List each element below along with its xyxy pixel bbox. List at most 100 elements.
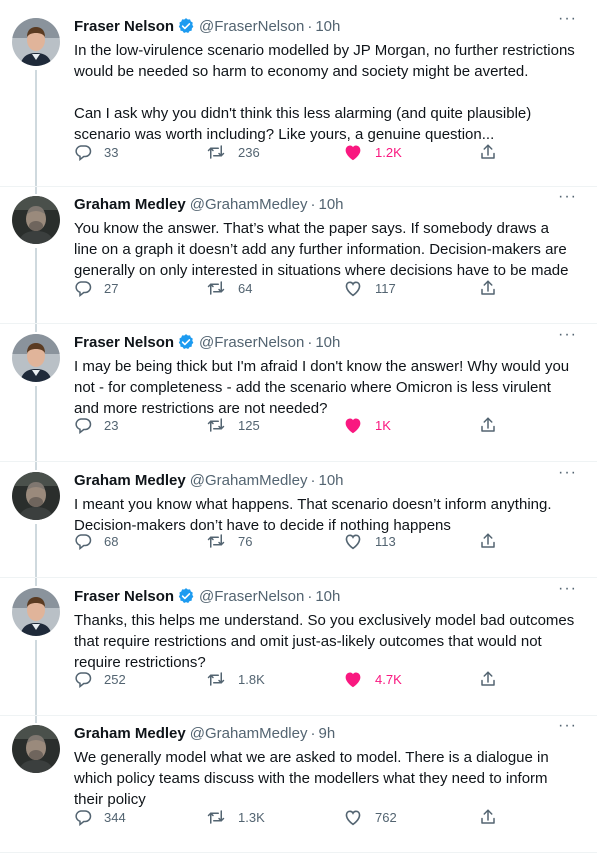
user-handle[interactable]: @FraserNelson	[199, 588, 304, 605]
user-handle[interactable]: @FraserNelson	[199, 18, 304, 35]
share-button[interactable]	[479, 670, 497, 688]
like-button[interactable]: 1K	[343, 416, 479, 434]
retweet-icon	[206, 279, 226, 297]
retweet-count: 1.3K	[238, 809, 265, 825]
heart-icon	[343, 279, 363, 297]
reply-count: 27	[104, 280, 119, 296]
reply-icon	[74, 532, 92, 550]
retweet-button[interactable]: 64	[206, 279, 343, 297]
share-button[interactable]	[479, 279, 497, 297]
like-count: 1.2K	[375, 144, 402, 160]
more-options-icon[interactable]: ···	[558, 10, 577, 28]
retweet-count: 64	[238, 280, 253, 296]
tweet[interactable]: Graham Medley @GrahamMedley · 9h ··· We gener…	[0, 716, 597, 853]
thread-connector	[35, 386, 37, 461]
retweet-button[interactable]: 1.3K	[206, 808, 343, 826]
timestamp[interactable]: 10h	[315, 334, 340, 351]
like-button[interactable]: 117	[343, 279, 479, 297]
tweet-actions: 33 236 1.2K	[74, 142, 504, 162]
reply-icon	[74, 279, 92, 297]
reply-button[interactable]: 27	[74, 279, 206, 297]
retweet-count: 236	[238, 144, 260, 160]
timestamp[interactable]: 10h	[315, 18, 340, 35]
share-button[interactable]	[479, 416, 497, 434]
tweet-header: Graham Medley @GrahamMedley · 10h	[74, 470, 344, 490]
avatar[interactable]	[12, 334, 60, 382]
user-handle[interactable]: @GrahamMedley	[190, 196, 308, 213]
retweet-button[interactable]: 125	[206, 416, 343, 434]
heart-icon	[343, 808, 363, 826]
share-icon	[479, 416, 497, 434]
reply-button[interactable]: 252	[74, 670, 206, 688]
tweet-text: I meant you know what happens. That scen…	[74, 496, 556, 534]
retweet-icon	[206, 808, 226, 826]
user-handle[interactable]: @GrahamMedley	[190, 725, 308, 742]
share-button[interactable]	[479, 143, 497, 161]
like-button[interactable]: 113	[343, 532, 479, 550]
share-button[interactable]	[479, 808, 497, 826]
display-name[interactable]: Fraser Nelson	[74, 588, 174, 605]
reply-count: 68	[104, 533, 119, 549]
retweet-button[interactable]: 236	[206, 143, 343, 161]
more-options-icon[interactable]: ···	[558, 326, 577, 344]
more-options-icon[interactable]: ···	[558, 188, 577, 206]
reply-icon	[74, 808, 92, 826]
more-options-icon[interactable]: ···	[558, 464, 577, 482]
heart-icon	[343, 143, 363, 161]
tweet-header: Fraser Nelson @FraserNelson · 10h	[74, 586, 340, 606]
tweet[interactable]: Fraser Nelson @FraserNelson · 10h ··· Thanks,…	[0, 578, 597, 716]
avatar[interactable]	[12, 588, 60, 636]
heart-icon	[343, 670, 363, 688]
like-button[interactable]: 1.2K	[343, 143, 479, 161]
tweet[interactable]: Fraser Nelson @FraserNelson · 10h ··· I may b…	[0, 324, 597, 462]
tweet[interactable]: Graham Medley @GrahamMedley · 10h ··· I meant…	[0, 462, 597, 578]
tweet-header: Fraser Nelson @FraserNelson · 10h	[74, 16, 340, 36]
thread-connector	[35, 187, 37, 194]
reply-button[interactable]: 33	[74, 143, 206, 161]
share-button[interactable]	[479, 532, 497, 550]
avatar[interactable]	[12, 196, 60, 244]
timestamp[interactable]: 10h	[319, 472, 344, 489]
like-button[interactable]: 762	[343, 808, 479, 826]
heart-icon	[343, 532, 363, 550]
timestamp[interactable]: 10h	[315, 588, 340, 605]
tweet-actions: 27 64 117	[74, 278, 504, 298]
more-options-icon[interactable]: ···	[558, 580, 577, 598]
retweet-icon	[206, 670, 226, 688]
like-count: 117	[375, 280, 396, 296]
avatar[interactable]	[12, 725, 60, 773]
reply-button[interactable]: 68	[74, 532, 206, 550]
user-handle[interactable]: @FraserNelson	[199, 334, 304, 351]
display-name[interactable]: Graham Medley	[74, 196, 186, 213]
timestamp[interactable]: 9h	[319, 725, 336, 742]
thread-connector	[35, 248, 37, 323]
tweet-text: I may be being thick but I'm afraid I do…	[74, 358, 574, 417]
user-handle[interactable]: @GrahamMedley	[190, 472, 308, 489]
display-name[interactable]: Graham Medley	[74, 725, 186, 742]
reply-count: 252	[104, 671, 126, 687]
like-button[interactable]: 4.7K	[343, 670, 479, 688]
avatar[interactable]	[12, 472, 60, 520]
tweet-text: You know the answer. That’s what the pap…	[74, 220, 571, 279]
reply-button[interactable]: 23	[74, 416, 206, 434]
reply-icon	[74, 143, 92, 161]
reply-button[interactable]: 344	[74, 808, 206, 826]
display-name[interactable]: Graham Medley	[74, 472, 186, 489]
tweet[interactable]: Fraser Nelson @FraserNelson · 10h ··· In the …	[0, 0, 597, 187]
tweet-actions: 68 76 113	[74, 531, 504, 551]
like-count: 4.7K	[375, 671, 402, 687]
tweet[interactable]: Graham Medley @GrahamMedley · 10h ··· You kno…	[0, 187, 597, 324]
like-count: 762	[375, 809, 397, 825]
retweet-button[interactable]: 76	[206, 532, 343, 550]
timestamp[interactable]: 10h	[319, 196, 344, 213]
display-name[interactable]: Fraser Nelson	[74, 334, 174, 351]
display-name[interactable]: Fraser Nelson	[74, 18, 174, 35]
thread-connector	[35, 524, 37, 577]
verified-badge-icon	[177, 17, 195, 35]
retweet-button[interactable]: 1.8K	[206, 670, 343, 688]
separator-dot: ·	[310, 471, 316, 489]
retweet-count: 125	[238, 417, 260, 433]
more-options-icon[interactable]: ···	[558, 717, 577, 735]
avatar[interactable]	[12, 18, 60, 66]
tweet-thread: Fraser Nelson @FraserNelson · 10h ··· In the …	[0, 0, 597, 853]
